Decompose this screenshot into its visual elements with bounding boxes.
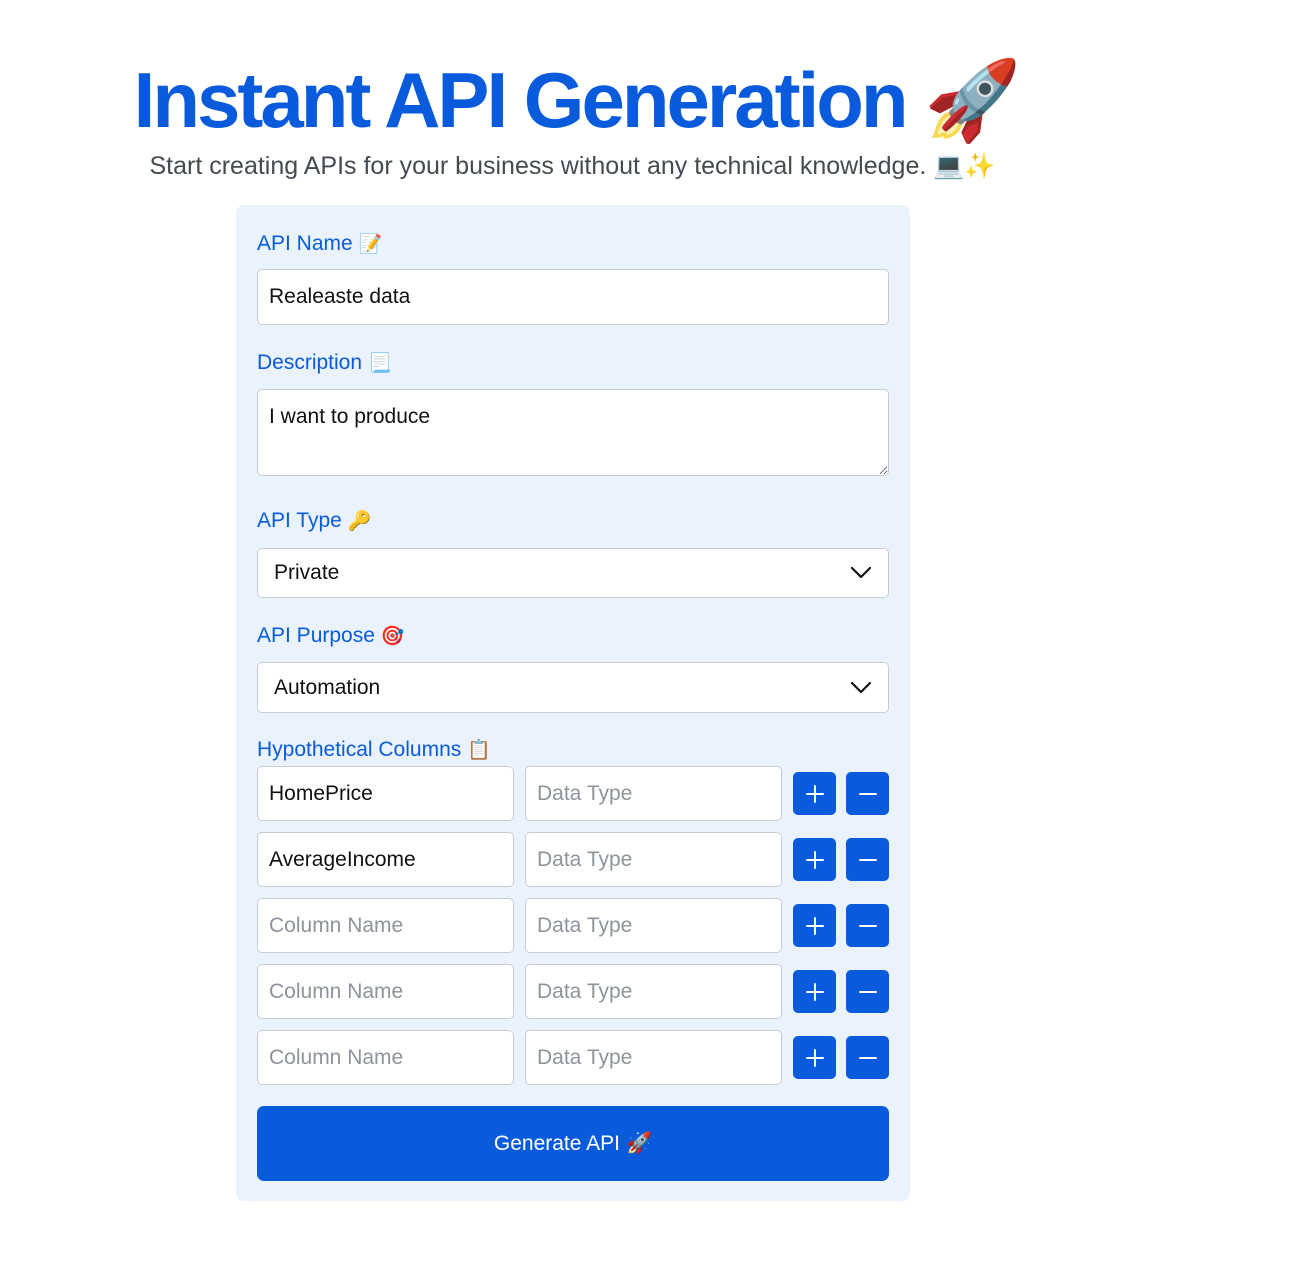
key-icon: 🔑 [347,511,372,532]
column-type-input[interactable] [525,898,782,953]
page-title: Instant API Generation 🚀 [0,52,1152,148]
api-type-label: API Type 🔑 [257,507,372,536]
page-subtitle: Start creating APIs for your business wi… [0,149,1145,183]
page: Instant API Generation 🚀 Start creating … [0,0,1290,1266]
api-name-input[interactable] [257,269,889,325]
api-type-label-text: API Type [257,509,342,532]
rocket-icon: 🚀 [924,56,1021,144]
chevron-down-icon [850,566,872,579]
add-column-button[interactable] [793,970,836,1013]
column-type-input[interactable] [525,832,782,887]
column-name-input[interactable] [257,898,514,953]
api-name-label: API Name 📝 [257,230,382,259]
chevron-down-icon [850,681,872,693]
rocket-icon: 🚀 [625,1131,653,1155]
page-icon: 📃 [368,353,392,374]
target-icon: 🎯 [380,626,405,647]
minus-icon [858,1056,877,1059]
minus-icon [858,924,877,927]
plus-icon [805,850,824,869]
generate-api-button-label: Generate API [493,1131,620,1155]
plus-icon [805,982,824,1001]
remove-column-button[interactable] [846,970,889,1013]
page-subtitle-text: Start creating APIs for your business wi… [149,152,927,180]
api-name-label-text: API Name [257,232,353,255]
add-column-button[interactable] [793,1036,836,1079]
plus-icon [805,916,824,935]
clipboard-icon: 📋 [467,740,491,761]
api-type-selected-value: Private [274,561,340,584]
column-name-input[interactable] [257,1030,514,1085]
remove-column-button[interactable] [846,838,889,881]
api-purpose-select[interactable]: Automation [257,662,889,713]
memo-icon: 📝 [358,234,383,255]
remove-column-button[interactable] [846,772,889,815]
plus-icon [805,1048,824,1067]
plus-icon [805,784,824,803]
column-name-input[interactable] [257,766,514,821]
column-type-input[interactable] [525,766,782,821]
api-purpose-selected-value: Automation [274,675,381,699]
description-label: Description 📃 [257,349,392,378]
columns-label: Hypothetical Columns 📋 [257,736,491,765]
column-type-input[interactable] [525,1030,782,1085]
api-purpose-label: API Purpose 🎯 [257,622,405,651]
remove-column-button[interactable] [846,904,889,947]
columns-label-text: Hypothetical Columns [257,738,462,761]
add-column-button[interactable] [793,904,836,947]
description-label-text: Description [257,351,363,374]
page-title-text: Instant API Generation [133,56,909,144]
generate-api-button[interactable]: Generate API 🚀 [257,1106,889,1181]
remove-column-button[interactable] [846,1036,889,1079]
api-type-select[interactable]: Private [257,548,889,598]
api-form-card: API Name📝 Description📃 I want to produce… [236,205,910,1201]
minus-icon [858,792,877,795]
add-column-button[interactable] [793,838,836,881]
laptop-sparkles-icon: 💻✨ [933,152,996,180]
description-textarea[interactable]: I want to produce [257,389,889,476]
minus-icon [858,858,877,861]
minus-icon [858,990,877,993]
add-column-button[interactable] [793,772,836,815]
column-type-input[interactable] [525,964,782,1019]
column-name-input[interactable] [257,832,514,887]
column-name-input[interactable] [257,964,514,1019]
api-purpose-label-text: API Purpose [257,624,375,647]
